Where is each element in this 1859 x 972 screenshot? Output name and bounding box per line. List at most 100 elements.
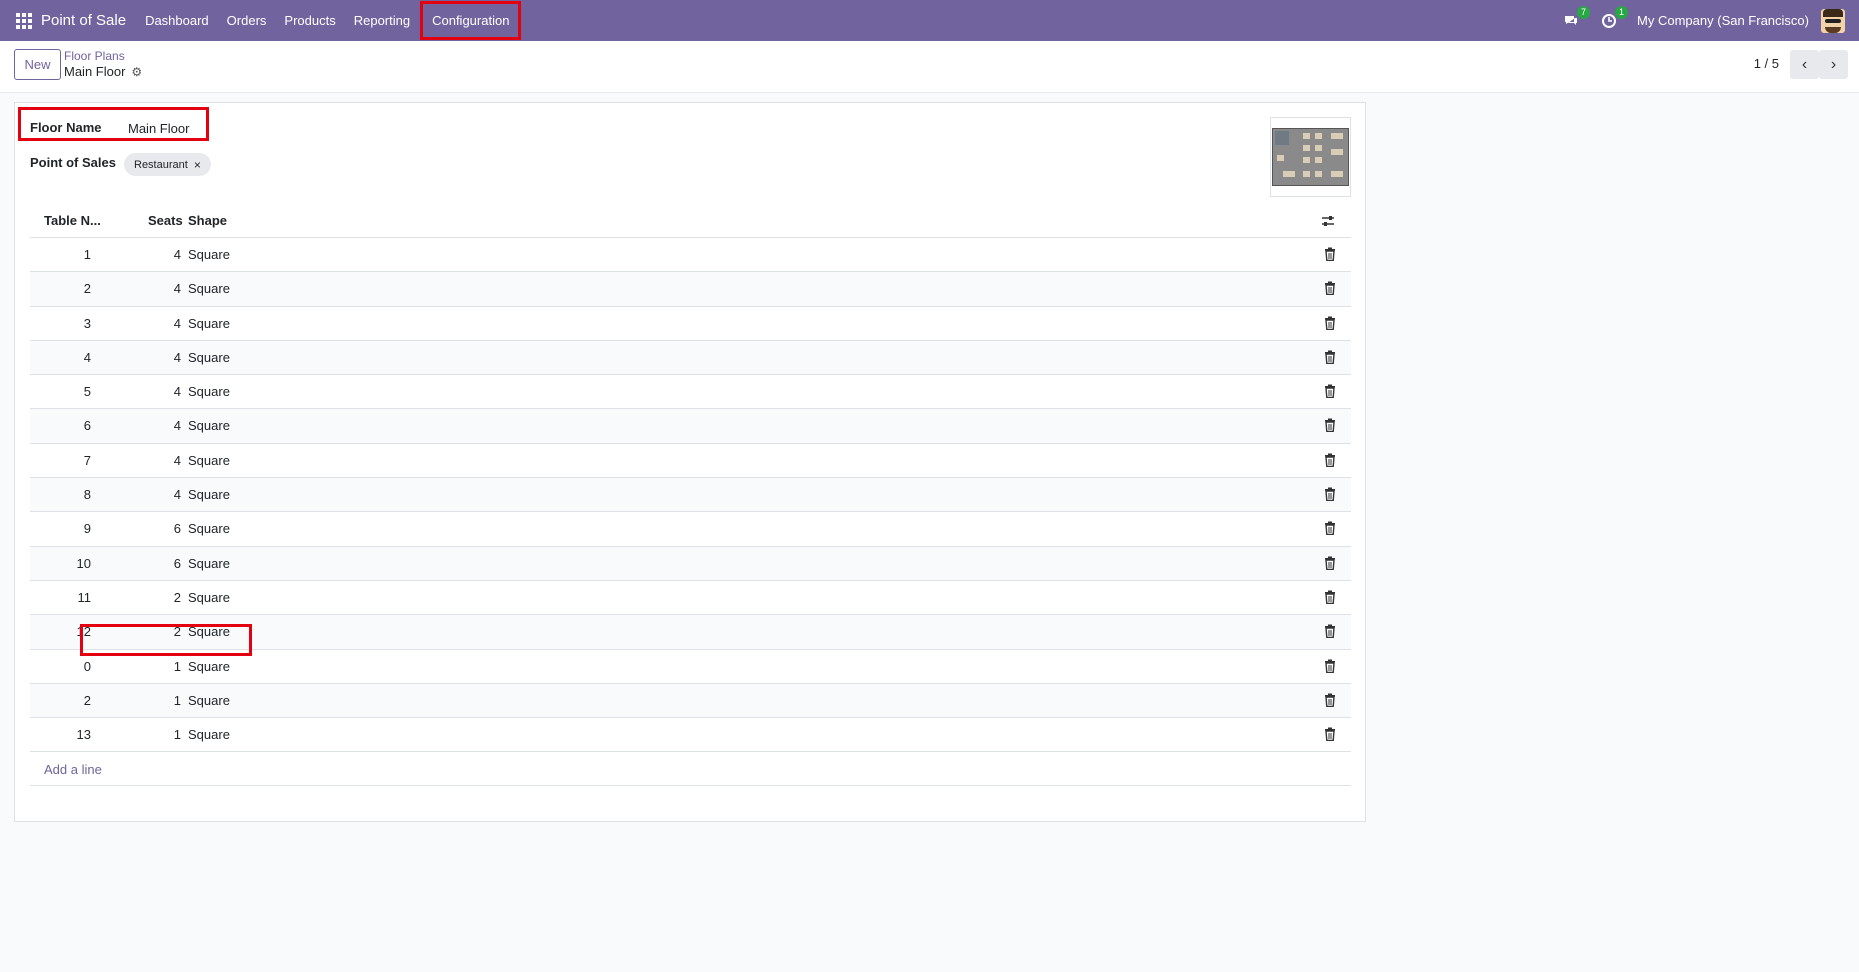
cell-table-number[interactable]: 10 <box>77 556 91 571</box>
optional-columns-icon[interactable] <box>1321 214 1335 228</box>
pager-previous-button[interactable]: ‹ <box>1790 50 1819 79</box>
cell-seats[interactable]: 6 <box>174 521 181 536</box>
pos-tag-restaurant[interactable]: Restaurant × <box>124 153 211 176</box>
cell-shape[interactable]: Square <box>188 316 230 331</box>
cell-shape[interactable]: Square <box>188 624 230 639</box>
cell-table-number[interactable]: 2 <box>84 693 91 708</box>
cell-table-number[interactable]: 0 <box>84 659 91 674</box>
cell-seats[interactable]: 6 <box>174 556 181 571</box>
cell-shape[interactable]: Square <box>188 281 230 296</box>
cell-table-number[interactable]: 2 <box>84 281 91 296</box>
apps-menu-icon[interactable] <box>16 12 32 29</box>
cell-table-number[interactable]: 8 <box>84 487 91 502</box>
cell-table-number[interactable]: 9 <box>84 521 91 536</box>
table-row[interactable]: 8 4 Square <box>30 478 1351 513</box>
trash-icon[interactable] <box>1324 556 1336 570</box>
trash-icon[interactable] <box>1324 693 1336 707</box>
floor-background-image[interactable] <box>1270 117 1351 197</box>
company-switcher[interactable]: My Company (San Francisco) <box>1637 13 1809 28</box>
user-avatar[interactable] <box>1821 8 1845 33</box>
trash-icon[interactable] <box>1324 418 1336 433</box>
cell-table-number[interactable]: 11 <box>78 590 92 605</box>
menu-products[interactable]: Products <box>275 0 344 41</box>
table-row[interactable]: 0 1 Square <box>30 650 1351 684</box>
cell-seats[interactable]: 1 <box>174 659 181 674</box>
column-table-number[interactable]: Table N... <box>44 213 101 228</box>
trash-icon[interactable] <box>1324 727 1336 742</box>
trash-icon[interactable] <box>1324 590 1336 604</box>
cell-shape[interactable]: Square <box>188 350 230 365</box>
cell-seats[interactable]: 4 <box>174 281 181 296</box>
app-brand[interactable]: Point of Sale <box>41 12 126 29</box>
pager-value[interactable]: 1 / 5 <box>1754 56 1779 71</box>
table-row[interactable]: 2 4 Square <box>30 272 1351 307</box>
column-seats[interactable]: Seats <box>148 213 183 228</box>
activities-clock-icon[interactable]: 1 <box>1599 5 1629 31</box>
trash-icon[interactable] <box>1324 350 1336 364</box>
cell-table-number[interactable]: 5 <box>84 384 91 399</box>
trash-icon[interactable] <box>1324 521 1336 536</box>
cell-shape[interactable]: Square <box>188 521 230 536</box>
cell-seats[interactable]: 4 <box>174 418 181 433</box>
table-row[interactable]: 9 6 Square <box>30 512 1351 547</box>
cell-table-number[interactable]: 1 <box>84 247 91 262</box>
trash-icon[interactable] <box>1324 659 1336 673</box>
cell-shape[interactable]: Square <box>188 727 230 742</box>
trash-icon[interactable] <box>1324 281 1336 296</box>
cell-shape[interactable]: Square <box>188 693 230 708</box>
table-row[interactable]: 3 4 Square <box>30 307 1351 341</box>
table-row[interactable]: 12 2 Square <box>30 615 1351 650</box>
trash-icon[interactable] <box>1324 247 1336 261</box>
cell-seats[interactable]: 2 <box>174 590 181 605</box>
table-row[interactable]: 1 4 Square <box>30 238 1351 273</box>
cell-table-number[interactable]: 13 <box>77 727 91 742</box>
breadcrumb-floor-plans[interactable]: Floor Plans <box>64 49 125 63</box>
cell-seats[interactable]: 4 <box>174 350 181 365</box>
table-row[interactable]: 6 4 Square <box>30 409 1351 444</box>
table-row[interactable]: 4 4 Square <box>30 340 1351 376</box>
cell-shape[interactable]: Square <box>188 384 230 399</box>
table-row[interactable]: 5 4 Square <box>30 375 1351 410</box>
cell-shape[interactable]: Square <box>188 659 230 674</box>
cell-table-number[interactable]: 3 <box>84 316 91 331</box>
table-row[interactable]: 7 4 Square <box>30 444 1351 479</box>
new-button[interactable]: New <box>14 49 61 80</box>
cell-seats[interactable]: 4 <box>174 247 181 262</box>
trash-icon[interactable] <box>1324 487 1336 502</box>
messages-icon[interactable]: 7 <box>1561 5 1591 31</box>
menu-configuration[interactable]: Configuration <box>419 0 522 41</box>
cell-seats[interactable]: 2 <box>174 624 181 639</box>
cell-shape[interactable]: Square <box>188 247 230 262</box>
table-row[interactable]: 11 2 Square <box>30 581 1351 616</box>
remove-tag-icon[interactable]: × <box>194 158 201 172</box>
menu-dashboard[interactable]: Dashboard <box>136 0 218 41</box>
cell-shape[interactable]: Square <box>188 487 230 502</box>
table-row[interactable]: 2 1 Square <box>30 683 1351 719</box>
menu-reporting[interactable]: Reporting <box>345 0 419 41</box>
cell-seats[interactable]: 1 <box>174 693 181 708</box>
cell-table-number[interactable]: 6 <box>84 418 91 433</box>
trash-icon[interactable] <box>1324 453 1336 467</box>
floor-name-input[interactable]: Main Floor <box>128 121 189 136</box>
trash-icon[interactable] <box>1324 624 1336 639</box>
gear-icon[interactable]: ⚙ <box>131 65 142 79</box>
add-line-link[interactable]: Add a line <box>44 762 102 777</box>
pager-next-button[interactable]: › <box>1819 50 1848 79</box>
cell-shape[interactable]: Square <box>188 556 230 571</box>
cell-seats[interactable]: 4 <box>174 316 181 331</box>
table-row[interactable]: 13 1 Square <box>30 718 1351 753</box>
cell-shape[interactable]: Square <box>188 418 230 433</box>
column-shape[interactable]: Shape <box>188 213 227 228</box>
cell-seats[interactable]: 1 <box>174 727 181 742</box>
table-row[interactable]: 10 6 Square <box>30 546 1351 581</box>
trash-icon[interactable] <box>1324 384 1336 399</box>
cell-seats[interactable]: 4 <box>174 453 181 468</box>
cell-shape[interactable]: Square <box>188 590 230 605</box>
cell-table-number[interactable]: 4 <box>84 350 91 365</box>
cell-seats[interactable]: 4 <box>174 384 181 399</box>
cell-table-number[interactable]: 12 <box>77 624 91 639</box>
trash-icon[interactable] <box>1324 316 1336 330</box>
cell-shape[interactable]: Square <box>188 453 230 468</box>
cell-seats[interactable]: 4 <box>174 487 181 502</box>
menu-orders[interactable]: Orders <box>218 0 276 41</box>
